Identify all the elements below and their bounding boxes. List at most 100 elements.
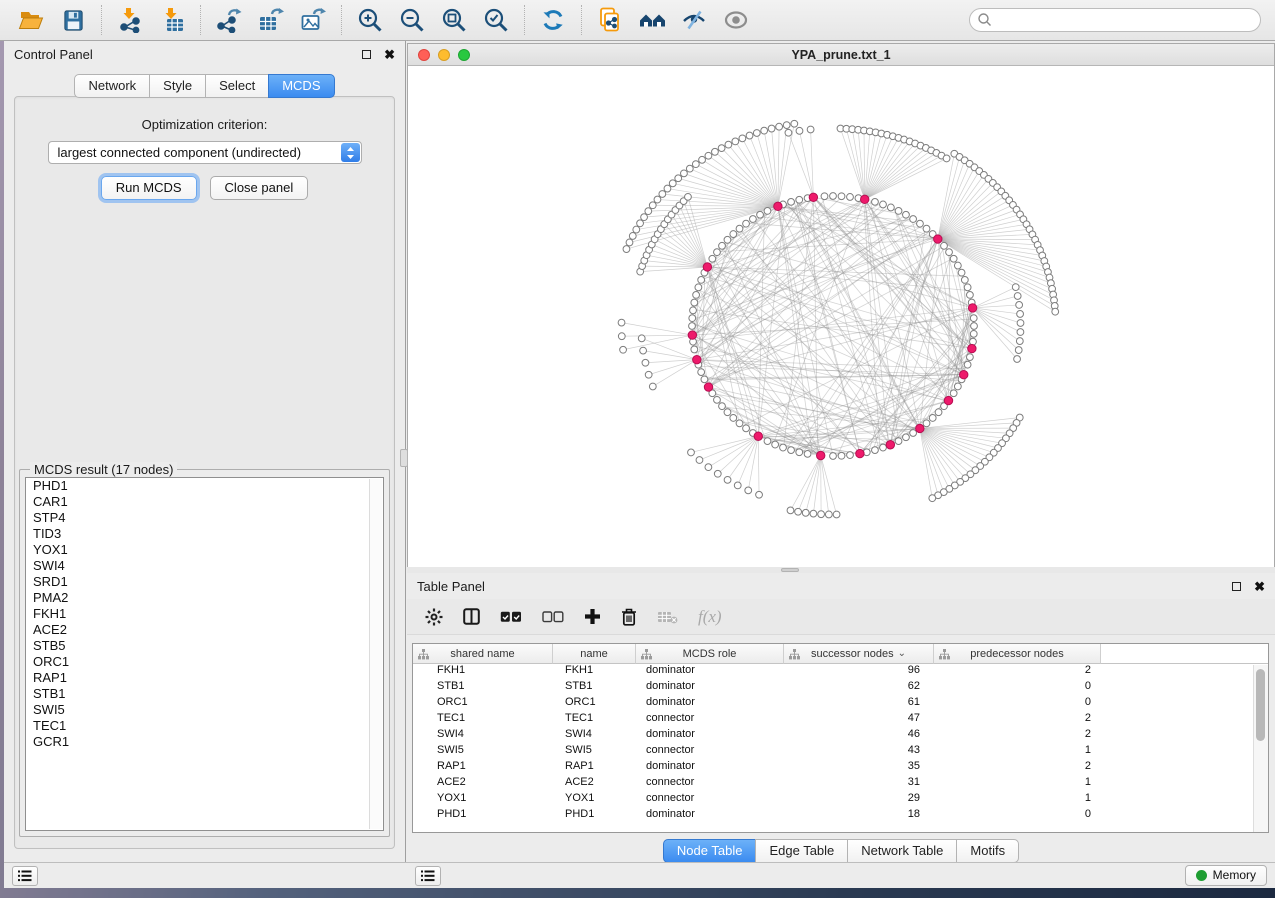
graph-node[interactable] <box>935 409 942 416</box>
graph-leaf-node[interactable] <box>802 509 809 516</box>
create-column-button[interactable] <box>584 608 601 625</box>
column-header-successor-nodes[interactable]: successor nodes⌄ <box>784 644 934 664</box>
graph-leaf-node[interactable] <box>642 359 649 366</box>
graph-leaf-node[interactable] <box>768 125 775 132</box>
graph-node[interactable] <box>961 277 968 284</box>
unselect-all-columns-button[interactable] <box>542 611 564 623</box>
graph-leaf-node[interactable] <box>669 180 676 187</box>
tab-network[interactable]: Network <box>74 74 150 98</box>
mcds-result-item[interactable]: FKH1 <box>26 606 383 622</box>
mcds-result-item[interactable]: ORC1 <box>26 654 383 670</box>
hide-selected-button[interactable] <box>673 3 715 37</box>
graph-node[interactable] <box>714 396 721 403</box>
graph-mcds-node[interactable] <box>754 432 762 440</box>
table-row[interactable]: SWI4SWI4dominator462 <box>413 728 1268 744</box>
graph-leaf-node[interactable] <box>745 487 752 494</box>
graph-node[interactable] <box>838 452 845 459</box>
apply-layout-button[interactable] <box>532 3 574 37</box>
new-network-from-selection-button[interactable] <box>589 3 631 37</box>
zoom-out-button[interactable] <box>391 3 433 37</box>
graph-leaf-node[interactable] <box>1017 311 1024 318</box>
graph-node[interactable] <box>693 291 700 298</box>
graph-node[interactable] <box>967 354 974 361</box>
graph-node[interactable] <box>709 255 716 262</box>
tab-style[interactable]: Style <box>149 74 206 98</box>
graph-leaf-node[interactable] <box>692 161 699 168</box>
graph-node[interactable] <box>736 225 743 232</box>
graph-node[interactable] <box>847 452 854 459</box>
mcds-result-item[interactable]: RAP1 <box>26 670 383 686</box>
tab-select[interactable]: Select <box>205 74 269 98</box>
table-scrollbar[interactable] <box>1253 665 1268 832</box>
graph-leaf-node[interactable] <box>649 383 656 390</box>
delete-columns-button[interactable] <box>621 608 637 626</box>
show-column-button[interactable] <box>463 608 480 625</box>
network-canvas[interactable] <box>408 66 1274 567</box>
graph-node[interactable] <box>958 269 965 276</box>
mcds-result-item[interactable]: YOX1 <box>26 542 383 558</box>
graph-leaf-node[interactable] <box>645 208 652 215</box>
graph-node[interactable] <box>872 198 879 205</box>
criterion-select[interactable]: largest connected component (undirected) <box>48 141 362 164</box>
graph-leaf-node[interactable] <box>818 511 825 518</box>
graph-node[interactable] <box>788 447 795 454</box>
graph-leaf-node[interactable] <box>833 511 840 518</box>
graph-mcds-node[interactable] <box>856 449 864 457</box>
open-session-button[interactable] <box>10 3 52 37</box>
graph-node[interactable] <box>971 323 978 330</box>
graph-leaf-node[interactable] <box>1014 356 1021 363</box>
graph-leaf-node[interactable] <box>637 220 644 227</box>
tab-network-table[interactable]: Network Table <box>847 839 957 863</box>
graph-leaf-node[interactable] <box>761 127 768 134</box>
graph-leaf-node[interactable] <box>664 185 671 192</box>
graph-node[interactable] <box>714 249 721 256</box>
graph-leaf-node[interactable] <box>1017 329 1024 336</box>
export-table-button[interactable] <box>250 3 292 37</box>
graph-leaf-node[interactable] <box>795 508 802 515</box>
graph-leaf-node[interactable] <box>783 122 790 129</box>
graph-leaf-node[interactable] <box>1016 338 1023 345</box>
graph-node[interactable] <box>719 403 726 410</box>
mcds-result-item[interactable]: TEC1 <box>26 718 383 734</box>
table-row[interactable]: SWI5SWI5connector431 <box>413 744 1268 760</box>
graph-mcds-node[interactable] <box>704 383 712 391</box>
graph-leaf-node[interactable] <box>618 319 625 326</box>
graph-leaf-node[interactable] <box>675 175 682 182</box>
graph-leaf-node[interactable] <box>626 239 633 246</box>
graph-leaf-node[interactable] <box>1015 347 1022 354</box>
graph-leaf-node[interactable] <box>734 482 741 489</box>
graph-node[interactable] <box>730 231 737 238</box>
graph-node[interactable] <box>743 425 750 432</box>
close-table-panel-icon[interactable]: ✖ <box>1254 582 1265 591</box>
graph-leaf-node[interactable] <box>776 123 783 130</box>
graph-leaf-node[interactable] <box>699 156 706 163</box>
graph-node[interactable] <box>967 291 974 298</box>
graph-leaf-node[interactable] <box>943 155 950 162</box>
graph-leaf-node[interactable] <box>732 138 739 145</box>
graph-leaf-node[interactable] <box>785 129 792 136</box>
graph-leaf-node[interactable] <box>725 141 732 148</box>
graph-leaf-node[interactable] <box>681 170 688 177</box>
search-input[interactable] <box>969 8 1261 32</box>
graph-node[interactable] <box>691 299 698 306</box>
graph-node[interactable] <box>690 307 697 314</box>
graph-leaf-node[interactable] <box>791 120 798 127</box>
mcds-result-item[interactable]: PMA2 <box>26 590 383 606</box>
import-network-button[interactable] <box>109 3 151 37</box>
graph-mcds-node[interactable] <box>968 304 976 312</box>
graph-leaf-node[interactable] <box>686 165 693 172</box>
table-row[interactable]: TEC1TEC1connector472 <box>413 712 1268 728</box>
vertical-splitter-handle[interactable] <box>400 449 408 467</box>
graph-node[interactable] <box>929 415 936 422</box>
mcds-result-list[interactable]: PHD1CAR1STP4TID3YOX1SWI4SRD1PMA2FKH1ACE2… <box>25 477 384 831</box>
column-header-predecessor-nodes[interactable]: predecessor nodes <box>934 644 1101 664</box>
graph-leaf-node[interactable] <box>714 470 721 477</box>
graph-leaf-node[interactable] <box>1052 308 1059 315</box>
export-image-button[interactable] <box>292 3 334 37</box>
graph-node[interactable] <box>910 216 917 223</box>
select-all-columns-button[interactable] <box>500 611 522 623</box>
graph-node[interactable] <box>830 453 837 460</box>
horizontal-splitter-handle[interactable] <box>781 568 799 572</box>
graph-node[interactable] <box>719 242 726 249</box>
float-table-panel-icon[interactable] <box>1232 582 1241 591</box>
